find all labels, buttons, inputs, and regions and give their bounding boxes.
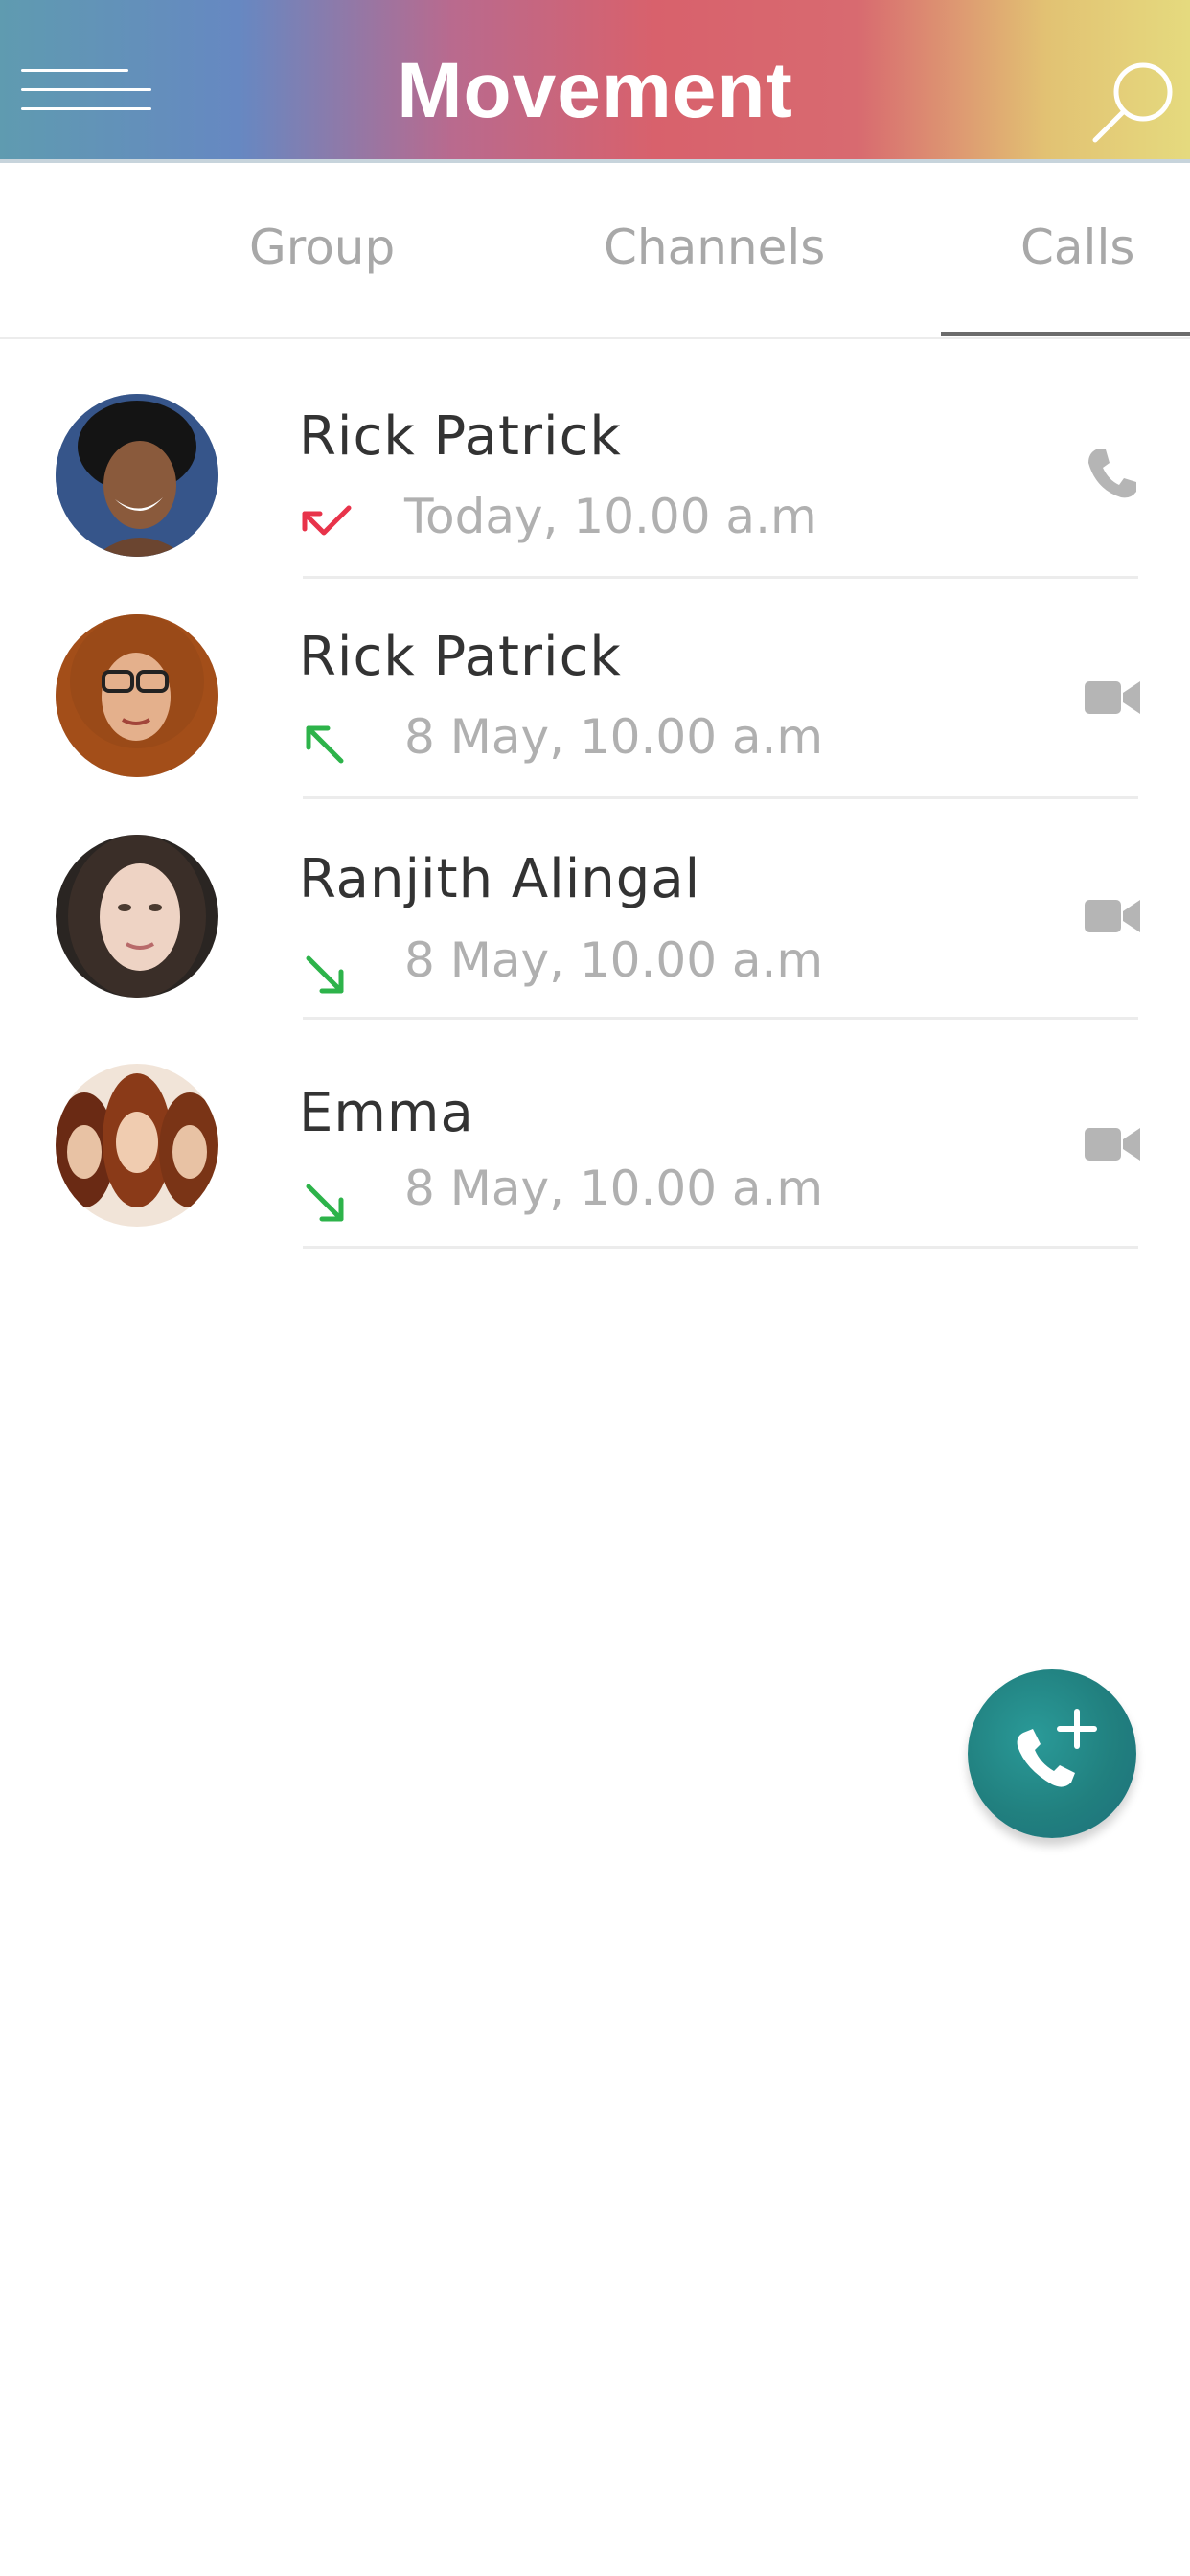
tab-calls[interactable]: Calls: [1020, 219, 1134, 275]
caller-name: Emma: [299, 1082, 474, 1144]
video-camera-icon[interactable]: [1083, 668, 1142, 727]
row-divider: [303, 1246, 1138, 1249]
app-header: Movement: [0, 0, 1190, 163]
row-divider: [303, 1017, 1138, 1020]
avatar: [56, 1064, 218, 1227]
call-row[interactable]: Ranjith Alingal 8 May, 10.00 a.m: [0, 819, 1190, 1040]
call-time: 8 May, 10.00 a.m: [404, 709, 824, 765]
avatar: [56, 835, 218, 998]
add-call-icon: [1017, 1709, 1097, 1787]
call-row[interactable]: Emma 8 May, 10.00 a.m: [0, 1047, 1190, 1268]
avatar: [56, 614, 218, 777]
call-row[interactable]: Rick Patrick Today, 10.00 a.m: [0, 379, 1190, 599]
caller-name: Rick Patrick: [299, 626, 622, 688]
search-icon[interactable]: [1087, 56, 1183, 151]
avatar: [56, 394, 218, 557]
tab-group[interactable]: Group: [249, 219, 395, 275]
incoming-arrow-icon: [299, 949, 356, 1006]
missed-call-arrow-icon: [299, 498, 356, 556]
call-time: Today, 10.00 a.m: [404, 489, 817, 544]
active-tab-indicator: [941, 332, 1190, 336]
app-title: Movement: [397, 47, 793, 134]
caller-name: Ranjith Alingal: [299, 848, 701, 910]
row-divider: [303, 796, 1138, 799]
video-camera-icon[interactable]: [1083, 886, 1142, 946]
call-time: 8 May, 10.00 a.m: [404, 932, 824, 988]
row-divider: [303, 576, 1138, 579]
call-time: 8 May, 10.00 a.m: [404, 1161, 824, 1216]
caller-name: Rick Patrick: [299, 405, 622, 468]
phone-icon[interactable]: [1083, 444, 1142, 503]
incoming-arrow-icon: [299, 1177, 356, 1234]
new-call-button[interactable]: [968, 1669, 1136, 1838]
video-camera-icon[interactable]: [1083, 1115, 1142, 1174]
tab-bar: Group Channels Calls: [0, 167, 1190, 339]
tab-channels[interactable]: Channels: [604, 219, 825, 275]
call-row[interactable]: Rick Patrick 8 May, 10.00 a.m: [0, 599, 1190, 819]
outgoing-arrow-icon: [299, 719, 356, 776]
